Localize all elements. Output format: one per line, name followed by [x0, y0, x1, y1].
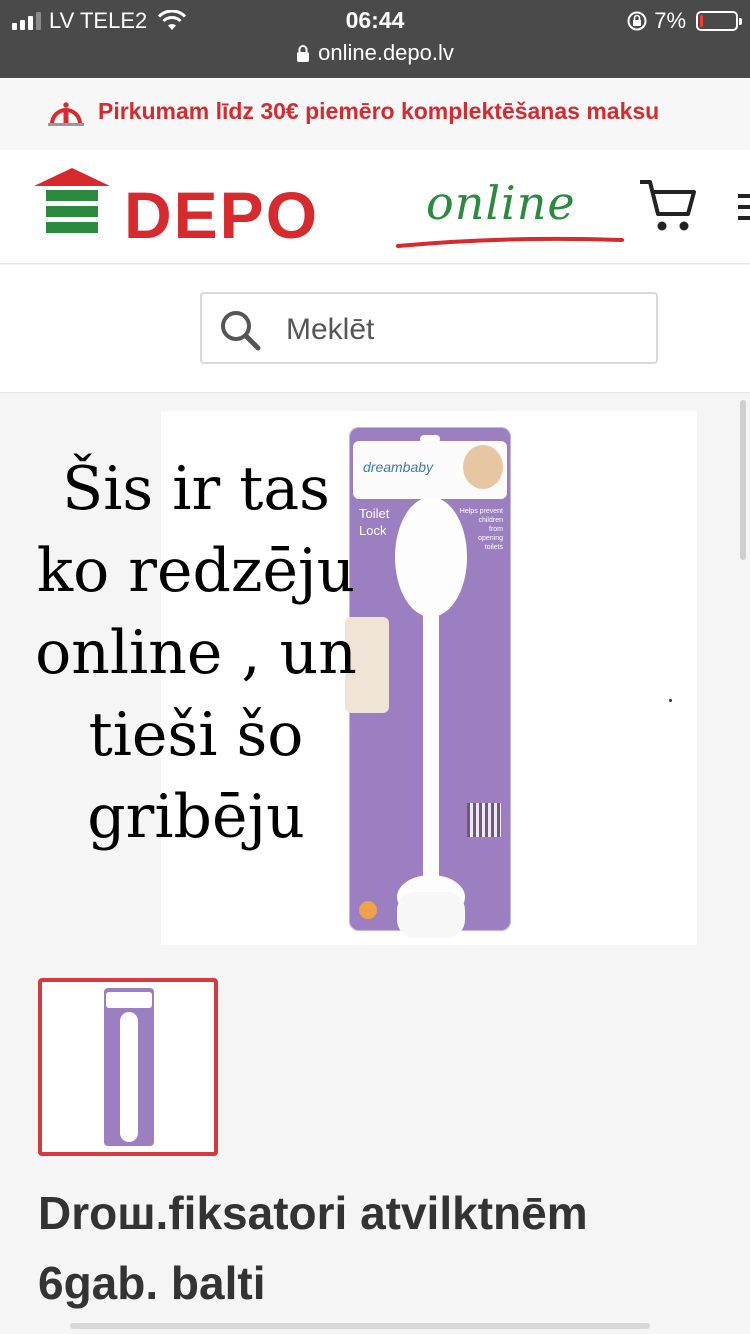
rotation-lock-icon: [627, 11, 647, 31]
page: LV TELE2 06:44 7% online.depo.lv Pirkuma…: [0, 0, 750, 1334]
lock-badge-icon: [359, 901, 377, 919]
battery-fill: [700, 15, 703, 27]
padlock-icon: [297, 45, 310, 62]
product-title-line1: Drош.fiksatori atvilktnēm: [38, 1187, 588, 1239]
vertical-scrollbar[interactable]: [740, 400, 746, 560]
logo-underline: [396, 236, 624, 248]
search-icon: [221, 311, 261, 351]
logo-online-word: online: [426, 176, 576, 230]
product-title: Drош.fiksatori atvilktnēm 6gab. balti: [38, 1178, 750, 1318]
overlay-caption: Šis ir tas ko redzēju online , un tieši …: [35, 454, 357, 852]
toilet-lock-device: [395, 497, 467, 938]
depo-logo[interactable]: DEPO: [34, 166, 394, 246]
notice-text: Pirkumam līdz 30€ piemēro komplektēšanas…: [98, 98, 660, 124]
cart-icon[interactable]: [636, 176, 698, 234]
thumbnail-package: [104, 988, 154, 1146]
hamburger-icon[interactable]: [738, 194, 750, 224]
battery-icon: [696, 11, 742, 31]
product-title-line2: 6gab. balti: [38, 1257, 266, 1309]
qr-code: [467, 803, 501, 837]
status-right: 7%: [626, 8, 742, 34]
search-placeholder: Meklēt: [286, 313, 375, 346]
status-bar: LV TELE2 06:44 7% online.depo.lv: [0, 0, 750, 78]
horizontal-scrollbar[interactable]: [70, 1323, 650, 1329]
product-thumbnail[interactable]: [38, 978, 218, 1156]
url-bar[interactable]: online.depo.lv: [0, 40, 750, 66]
info-icon: [48, 102, 84, 126]
shipping-notice: Pirkumam līdz 30€ piemēro komplektēšanas…: [0, 78, 750, 150]
search-band: Meklēt: [0, 265, 750, 393]
battery-percent: 7%: [654, 8, 686, 33]
site-header: DEPO online: [0, 150, 750, 264]
url-text: online.depo.lv: [318, 40, 454, 65]
search-input[interactable]: Meklēt: [200, 292, 658, 364]
logo-text: DEPO: [124, 178, 319, 246]
